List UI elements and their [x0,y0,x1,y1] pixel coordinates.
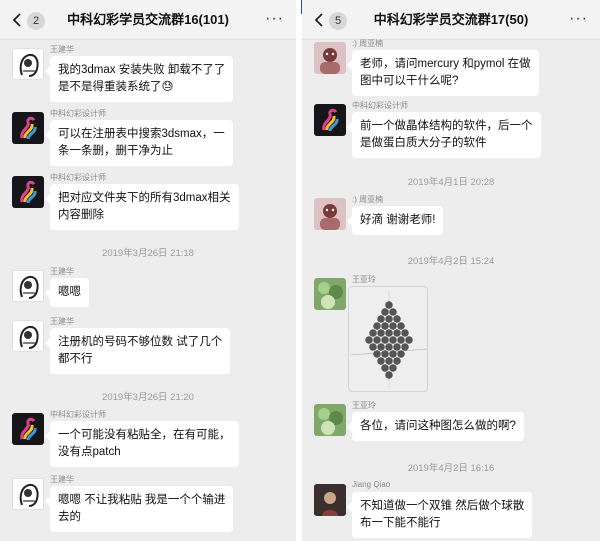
message-line: 把对应文件夹下的所有3dmax相关 [58,192,231,204]
back-chevron-icon[interactable] [312,12,328,28]
more-options-icon[interactable]: ··· [569,11,588,27]
message-line: 去的 [58,511,81,523]
right-chat-header: 5 中科幻彩学员交流群17(50) ··· [302,0,600,40]
company-logo-avatar[interactable] [12,176,44,208]
sender-name: :) 周亚楠 [352,195,384,204]
timestamp: 2019年3月26日 21:18 [102,248,194,259]
message-bubble[interactable]: 各位，请问这种图怎么做的啊? [347,412,524,441]
message-bubble[interactable]: 可以在注册表中搜索3dsmax，一 条一条删，删干净为止 [45,120,233,166]
user-avatar[interactable] [314,484,346,516]
sender-name: :) 周亚楠 [352,39,384,48]
message-line: 条一条删，删干净为止 [58,145,173,157]
message-line: 前一个做晶体结构的软件，后一个 [360,120,533,132]
message-bubble[interactable]: 好滴 谢谢老师! [346,206,444,235]
right-chat-panel: 5 中科幻彩学员交流群17(50) ··· :) 周亚楠 老师，请问mercur… [302,0,600,541]
message-line: 老师，请问mercury 和pymol 在做 [360,58,531,70]
message-bubble[interactable]: 前一个做晶体结构的软件，后一个 是做蛋白质大分子的软件 [347,112,541,158]
sender-name: 中科幻彩设计师 [352,101,408,110]
timestamp: 2019年4月1日 20:28 [407,177,495,188]
message-bubble[interactable]: 嗯嗯 不让我粘贴 我是一个个输进 去的 [44,486,234,532]
message-bubble[interactable]: 老师，请问mercury 和pymol 在做 图中可以干什么呢? [347,50,539,96]
user-avatar[interactable] [314,42,346,74]
user-avatar[interactable] [12,270,44,302]
sender-name: 王亚玲 [352,401,376,410]
message-line: 嗯嗯 [58,286,81,298]
sender-name: 王建华 [50,267,74,276]
user-avatar[interactable] [12,478,44,510]
message-line: 布一下能不能行 [360,517,441,529]
message-line: 嗯嗯 不让我粘贴 我是一个个输进 [58,494,226,506]
message-bubble[interactable]: 注册机的号码不够位数 试了几个 都不行 [44,328,231,374]
timestamp: 2019年3月26日 21:20 [102,392,194,403]
user-avatar[interactable] [314,278,346,310]
sender-name: 王建华 [50,317,74,326]
message-bubble[interactable]: 不知道做一个双锥 然后做个球散 布一下能不能行 [346,492,533,538]
bipyramid-sphere-image[interactable] [348,286,428,392]
sender-name: 王亚玲 [352,275,376,284]
company-logo-avatar[interactable] [12,112,44,144]
message-line: 注册机的号码不够位数 试了几个 [58,336,223,348]
message-line: 图中可以干什么呢? [360,75,459,87]
message-line: 我的3dmax 安装失败 卸载不了了 [58,64,226,76]
message-line: 各位，请问这种图怎么做的啊? [360,420,516,432]
message-line: 好滴 谢谢老师! [360,214,436,226]
more-options-icon[interactable]: ··· [265,11,284,27]
chat-title: 中科幻彩学员交流群16(101) [67,12,229,27]
user-avatar[interactable] [314,404,346,436]
message-bubble[interactable]: 我的3dmax 安装失败 卸载不了了 是不是得重装系统了😓 [44,56,234,102]
sender-name: 中科幻彩设计师 [50,173,106,182]
message-bubble[interactable]: 一个可能没有粘贴全，在有可能， 没有点patch [45,421,239,467]
sender-name: 王建华 [50,45,74,54]
sender-name: Jiang Qiao [352,480,391,489]
message-line: 都不行 [58,353,93,365]
unread-badge: 5 [329,12,347,30]
timestamp: 2019年4月2日 15:24 [407,256,495,267]
message-line: 是不是得重装系统了😓 [58,81,174,93]
message-line: 可以在注册表中搜索3dsmax，一 [58,128,225,140]
sender-name: 中科幻彩设计师 [50,410,106,419]
message-line: 不知道做一个双锥 然后做个球散 [360,500,525,512]
sender-name: 王建华 [50,475,74,484]
left-chat-header: 2 中科幻彩学员交流群16(101) ··· [0,0,296,40]
message-line: 一个可能没有粘贴全，在有可能， [58,429,231,441]
unread-badge: 2 [27,12,45,30]
user-avatar[interactable] [314,198,346,230]
message-bubble[interactable]: 嗯嗯 [45,278,89,307]
message-line: 没有点patch [58,446,121,458]
chat-title: 中科幻彩学员交流群17(50) [373,12,529,27]
message-line: 是做蛋白质大分子的软件 [360,137,487,149]
user-avatar[interactable] [12,48,44,80]
message-bubble[interactable]: 把对应文件夹下的所有3dmax相关 内容删除 [45,184,239,230]
user-avatar[interactable] [12,320,44,352]
left-chat-panel: 2 中科幻彩学员交流群16(101) ··· 王建华 我的3dmax 安装失败 … [0,0,296,541]
sender-name: 中科幻彩设计师 [50,109,106,118]
message-line: 内容删除 [58,209,104,221]
company-logo-avatar[interactable] [12,413,44,445]
timestamp: 2019年4月2日 16:16 [407,463,495,474]
back-chevron-icon[interactable] [10,12,26,28]
company-logo-avatar[interactable] [314,104,346,136]
